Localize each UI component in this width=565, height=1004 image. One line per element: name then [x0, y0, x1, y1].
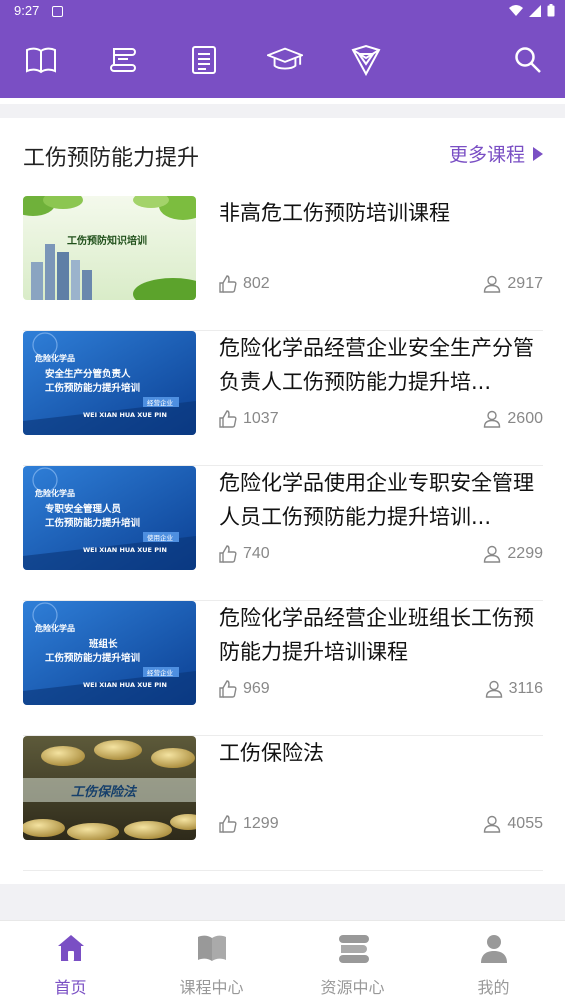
battery-icon: [547, 4, 555, 17]
likes-count: 1299: [243, 815, 279, 832]
nav-mine-label: 我的: [477, 978, 510, 997]
arrow-right-icon: [533, 146, 543, 161]
scroll-icon[interactable]: [105, 42, 141, 78]
user-icon: [485, 680, 502, 698]
thumbnail-caption: 工伤保险法: [71, 784, 138, 800]
course-views: 3116: [485, 680, 543, 698]
thumbnail-caption: 工伤预防知识培训: [67, 234, 147, 247]
course-title: 危险化学品经营企业安全生产分管负责人工伤预防能力提升培...: [219, 336, 534, 394]
resource-icon: [338, 935, 369, 963]
notification-icon: [52, 6, 63, 17]
course-views: 2917: [483, 275, 543, 293]
course-likes[interactable]: 1037: [219, 410, 279, 428]
course-likes[interactable]: 1299: [219, 815, 279, 833]
thumbnail-line: 专职安全管理人员: [45, 503, 122, 515]
user-icon: [484, 275, 501, 293]
likes-count: 802: [243, 275, 270, 292]
course-thumbnail: 危险化学品 班组长 工伤预防能力提升培训 经营企业 WEI XIAN HUA X…: [23, 601, 196, 705]
bottom-navigation: 首页 课程中心 资源中心 我的: [0, 920, 565, 1004]
course-thumbnail: 危险化学品 专职安全管理人员 工伤预防能力提升培训 使用企业 WEI XIAN …: [23, 466, 196, 570]
course-thumbnail: 工伤预防知识培训: [23, 196, 196, 300]
nav-mine[interactable]: 我的: [423, 921, 564, 1004]
thumbnail-line: 工伤预防能力提升培训: [45, 652, 140, 664]
home-icon: [57, 935, 84, 961]
views-count: 4055: [507, 815, 543, 832]
thumbnail-line: 使用企业: [147, 533, 174, 542]
thumbnail-line: 危险化学品: [34, 488, 75, 498]
thumbnail-line: 工伤预防能力提升培训: [45, 517, 140, 529]
status-bar: 9:27: [0, 0, 565, 24]
thumbnail-line: 危险化学品: [34, 353, 75, 363]
top-toolbar: [0, 24, 565, 98]
book-icon: [197, 935, 226, 961]
thumbnail-line: 班组长: [89, 638, 118, 650]
course-title: 工伤保险法: [219, 741, 324, 765]
views-count: 2917: [507, 275, 543, 292]
course-views: 4055: [483, 815, 543, 833]
thumbs-up-icon: [219, 680, 237, 698]
thumbnail-line: WEI XIAN HUA XUE PIN: [83, 546, 167, 554]
document-icon[interactable]: [186, 42, 222, 78]
thumbs-up-icon: [219, 815, 237, 833]
course-item[interactable]: 危险化学品 班组长 工伤预防能力提升培训 经营企业 WEI XIAN HUA X…: [23, 601, 543, 736]
likes-count: 969: [243, 680, 270, 697]
thumbnail-line: 工伤预防能力提升培训: [45, 382, 140, 394]
views-count: 2299: [507, 545, 543, 562]
status-indicators: [509, 4, 555, 17]
views-count: 3116: [508, 680, 543, 697]
thumbnail-line: 经营企业: [147, 398, 174, 407]
course-thumbnail: 危险化学品 安全生产分管负责人 工伤预防能力提升培训 经营企业 WEI XIAN…: [23, 331, 196, 435]
shield-badge-icon[interactable]: [348, 42, 384, 78]
user-icon: [480, 935, 507, 963]
signal-icon: [529, 4, 541, 17]
thumbs-up-icon: [219, 275, 237, 293]
views-count: 2600: [507, 410, 543, 427]
book-open-icon[interactable]: [23, 42, 59, 78]
course-item[interactable]: 工伤预防知识培训 非高危工伤预防培训课程 802 2917: [23, 196, 543, 331]
thumbnail-line: WEI XIAN HUA XUE PIN: [83, 411, 167, 419]
nav-course-center-label: 课程中心: [179, 978, 244, 997]
course-title: 非高危工伤预防培训课程: [219, 201, 450, 225]
previous-section-edge: [0, 98, 565, 104]
course-likes[interactable]: 969: [219, 680, 270, 698]
likes-count: 740: [243, 545, 270, 562]
thumbnail-line: 经营企业: [147, 668, 174, 677]
course-title: 危险化学品经营企业班组长工伤预防能力提升培训课程: [219, 606, 534, 664]
course-likes[interactable]: 740: [219, 545, 270, 563]
nav-home-label: 首页: [54, 978, 87, 997]
section-title: 工伤预防能力提升: [23, 146, 200, 171]
course-thumbnail: 工伤保险法: [23, 736, 196, 840]
user-icon: [484, 410, 501, 428]
course-views: 2600: [483, 410, 543, 428]
graduation-cap-icon[interactable]: [267, 42, 303, 78]
thumbnail-line: 安全生产分管负责人: [45, 368, 131, 380]
thumbnail-line: WEI XIAN HUA XUE PIN: [83, 681, 167, 689]
wifi-icon: [509, 4, 523, 16]
course-section-card: 工伤预防能力提升 更多课程 工伤预防知识培训 非高危工伤预防培训课程 802 2…: [0, 118, 565, 884]
likes-count: 1037: [243, 410, 279, 427]
course-views: 2299: [483, 545, 543, 563]
search-icon[interactable]: [510, 42, 546, 78]
thumbnail-line: 危险化学品: [34, 623, 75, 633]
more-courses-link[interactable]: 更多课程: [449, 140, 543, 167]
status-time: 9:27: [14, 3, 40, 18]
user-icon: [484, 815, 501, 833]
main-content[interactable]: 工伤预防能力提升 更多课程 工伤预防知识培训 非高危工伤预防培训课程 802 2…: [0, 98, 565, 920]
nav-home[interactable]: 首页: [0, 921, 141, 1004]
more-courses-label: 更多课程: [448, 144, 525, 166]
thumbs-up-icon: [219, 410, 237, 428]
course-item[interactable]: 危险化学品 专职安全管理人员 工伤预防能力提升培训 使用企业 WEI XIAN …: [23, 466, 543, 601]
course-item[interactable]: 危险化学品 安全生产分管负责人 工伤预防能力提升培训 经营企业 WEI XIAN…: [23, 331, 543, 466]
nav-resource-center[interactable]: 资源中心: [282, 921, 423, 1004]
course-title: 危险化学品使用企业专职安全管理人员工伤预防能力提升培训...: [219, 471, 534, 529]
course-item[interactable]: 工伤保险法 工伤保险法 1299 4055: [23, 736, 543, 871]
course-likes[interactable]: 802: [219, 275, 270, 293]
user-icon: [484, 545, 501, 563]
thumbs-up-icon: [219, 545, 237, 563]
nav-course-center[interactable]: 课程中心: [141, 921, 282, 1004]
nav-resource-center-label: 资源中心: [320, 978, 385, 997]
